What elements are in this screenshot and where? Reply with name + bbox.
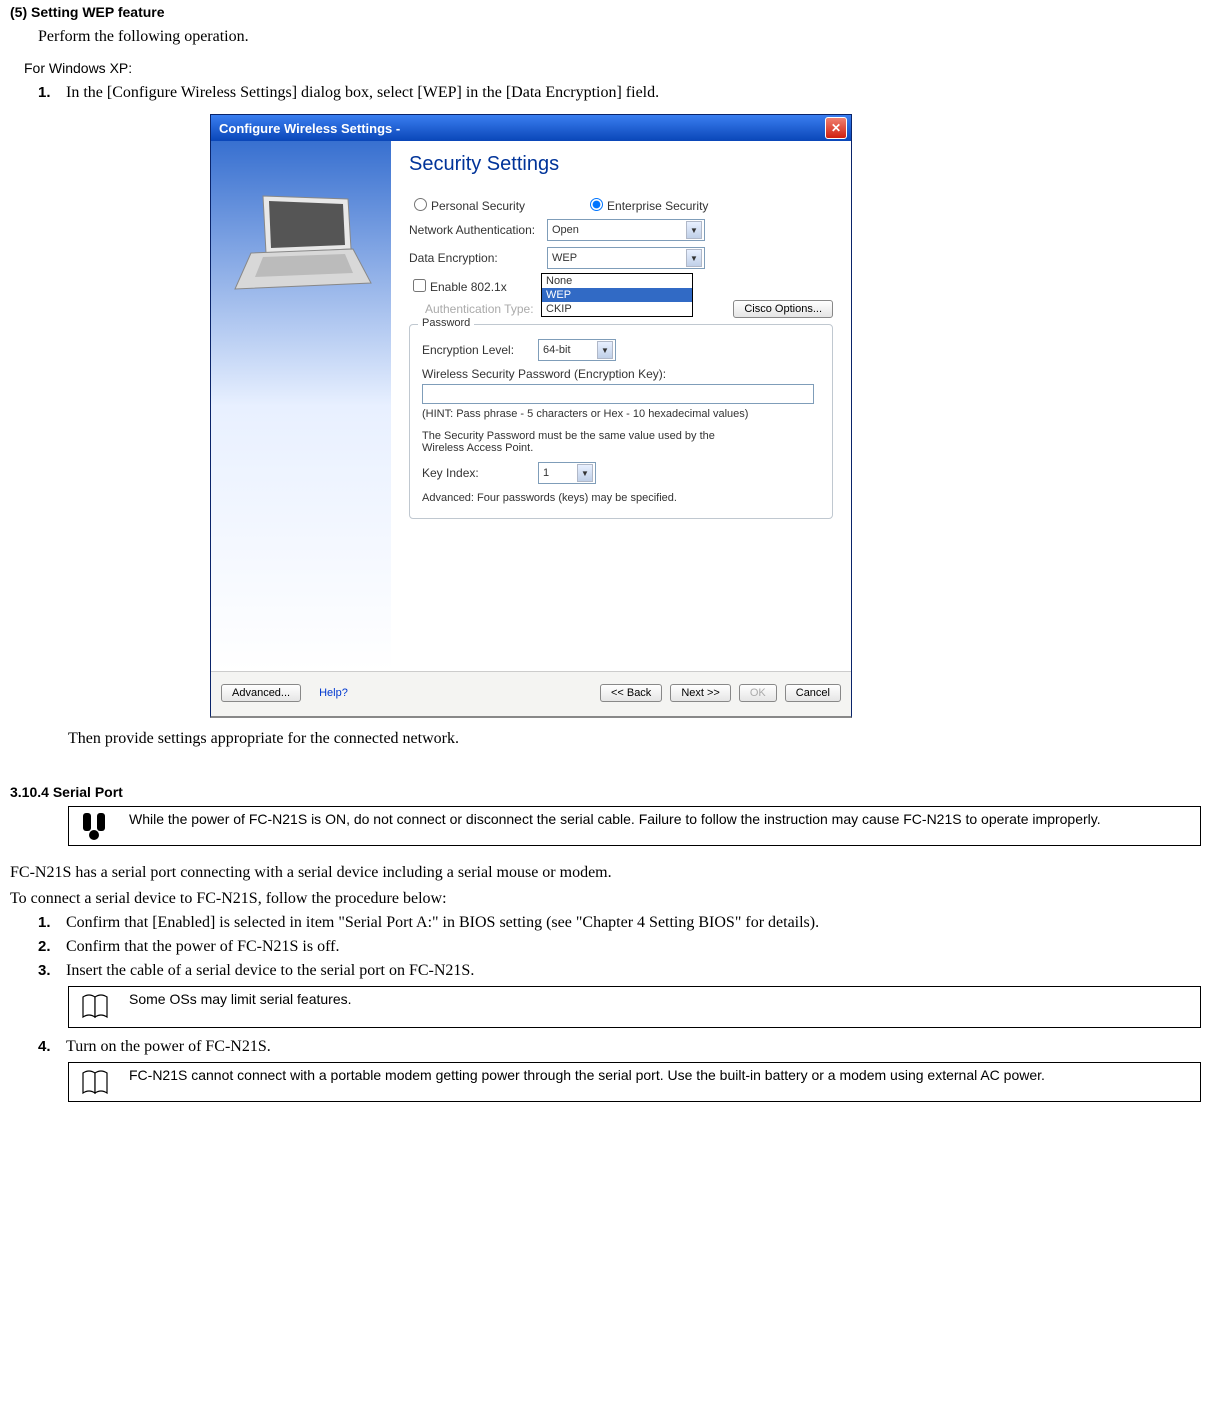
dropdown-option-ckip[interactable]: CKIP xyxy=(542,302,692,316)
para-procedure-intro: To connect a serial device to FC-N21S, f… xyxy=(10,890,1201,908)
hint-text: (HINT: Pass phrase - 5 characters or Hex… xyxy=(422,408,820,420)
radio-input-enterprise[interactable] xyxy=(590,198,603,211)
step-text: Turn on the power of FC-N21S. xyxy=(66,1038,1201,1056)
checkbox-label-8021x: Enable 802.1x xyxy=(430,280,507,294)
warning-box-power: While the power of FC-N21S is ON, do not… xyxy=(68,806,1201,846)
subheading-winxp: For Windows XP: xyxy=(24,60,1201,76)
fieldset-legend-password: Password xyxy=(418,317,474,329)
panel-title: Security Settings xyxy=(409,153,833,176)
window-titlebar[interactable]: Configure Wireless Settings - ✕ xyxy=(211,115,851,141)
chevron-down-icon: ▼ xyxy=(577,464,593,482)
select-encryption-level[interactable]: 64-bit ▼ xyxy=(538,339,616,361)
step1-followup: Then provide settings appropriate for th… xyxy=(68,730,1201,748)
book-icon xyxy=(69,1063,123,1101)
button-ok: OK xyxy=(739,684,777,702)
button-cancel[interactable]: Cancel xyxy=(785,684,841,702)
chevron-down-icon: ▼ xyxy=(686,249,702,267)
label-network-authentication: Network Authentication: xyxy=(409,223,541,237)
intro-text: Perform the following operation. xyxy=(38,28,1201,46)
dropdown-option-none[interactable]: None xyxy=(542,274,692,288)
label-data-encryption: Data Encryption: xyxy=(409,251,541,265)
button-cisco-options[interactable]: Cisco Options... xyxy=(733,300,833,318)
radio-personal-security[interactable]: Personal Security xyxy=(409,194,525,213)
book-icon xyxy=(69,987,123,1025)
close-button[interactable]: ✕ xyxy=(825,117,847,139)
para-serial-desc: FC-N21S has a serial port connecting wit… xyxy=(10,864,1201,882)
step-number: 1. xyxy=(38,84,66,101)
note-text: Some OSs may limit serial features. xyxy=(123,987,1200,1027)
dialog-configure-wireless-settings: Configure Wireless Settings - ✕ Security… xyxy=(210,114,852,718)
advanced-note: Advanced: Four passwords (keys) may be s… xyxy=(422,492,820,504)
section-heading-wep: (5) Setting WEP feature xyxy=(10,4,1201,20)
section-heading-serial-port: 3.10.4 Serial Port xyxy=(10,784,1201,800)
label-enable-8021x-wrap: Enable 802.1x xyxy=(409,275,541,294)
step-text: Confirm that [Enabled] is selected in it… xyxy=(66,914,1201,932)
label-wireless-password: Wireless Security Password (Encryption K… xyxy=(422,367,820,381)
step-number: 2. xyxy=(38,938,66,955)
input-encryption-key[interactable] xyxy=(422,384,814,404)
step-number: 1. xyxy=(38,914,66,931)
checkbox-enable-8021x[interactable]: Enable 802.1x xyxy=(409,280,507,294)
dropdown-option-wep[interactable]: WEP xyxy=(542,288,692,302)
button-advanced[interactable]: Advanced... xyxy=(221,684,301,702)
chevron-down-icon: ▼ xyxy=(686,221,702,239)
select-value-enclevel: 64-bit xyxy=(543,344,571,356)
step-text: In the [Configure Wireless Settings] dia… xyxy=(66,84,1201,102)
warning-text: While the power of FC-N21S is ON, do not… xyxy=(123,807,1200,831)
select-value-netauth: Open xyxy=(552,224,579,236)
step-text: Confirm that the power of FC-N21S is off… xyxy=(66,938,1201,956)
label-encryption-level: Encryption Level: xyxy=(422,343,532,357)
select-value-dataenc: WEP xyxy=(552,252,577,264)
security-password-note: The Security Password must be the same v… xyxy=(422,430,752,454)
radio-enterprise-security[interactable]: Enterprise Security xyxy=(585,194,708,213)
chevron-down-icon: ▼ xyxy=(597,341,613,359)
checkbox-input-8021x[interactable] xyxy=(413,279,426,292)
dropdown-list-data-encryption[interactable]: None WEP CKIP xyxy=(541,273,693,317)
fieldset-password: Password Encryption Level: 64-bit ▼ Wire… xyxy=(409,324,833,519)
step-number: 4. xyxy=(38,1038,66,1055)
label-key-index: Key Index: xyxy=(422,466,532,480)
dialog-button-bar: Advanced... Help? << Back Next >> OK Can… xyxy=(211,671,851,716)
note-text: FC-N21S cannot connect with a portable m… xyxy=(123,1063,1200,1087)
step-number: 3. xyxy=(38,962,66,979)
button-next[interactable]: Next >> xyxy=(670,684,731,702)
label-authentication-type: Authentication Type: xyxy=(409,302,557,316)
radio-input-personal[interactable] xyxy=(414,198,427,211)
close-icon: ✕ xyxy=(831,121,841,135)
link-help[interactable]: Help? xyxy=(319,687,348,699)
laptop-illustration xyxy=(233,191,373,291)
step-text: Insert the cable of a serial device to t… xyxy=(66,962,1201,980)
warning-icon xyxy=(69,807,123,845)
button-back[interactable]: << Back xyxy=(600,684,662,702)
radio-label-enterprise: Enterprise Security xyxy=(607,199,708,213)
note-box-os-limit: Some OSs may limit serial features. xyxy=(68,986,1201,1028)
window-title: Configure Wireless Settings - xyxy=(219,121,400,136)
select-key-index[interactable]: 1 ▼ xyxy=(538,462,596,484)
select-network-authentication[interactable]: Open ▼ xyxy=(547,219,705,241)
dialog-side-panel xyxy=(211,141,391,671)
note-box-modem-power: FC-N21S cannot connect with a portable m… xyxy=(68,1062,1201,1102)
select-data-encryption[interactable]: WEP ▼ xyxy=(547,247,705,269)
radio-label-personal: Personal Security xyxy=(431,199,525,213)
select-value-keyindex: 1 xyxy=(543,467,549,479)
